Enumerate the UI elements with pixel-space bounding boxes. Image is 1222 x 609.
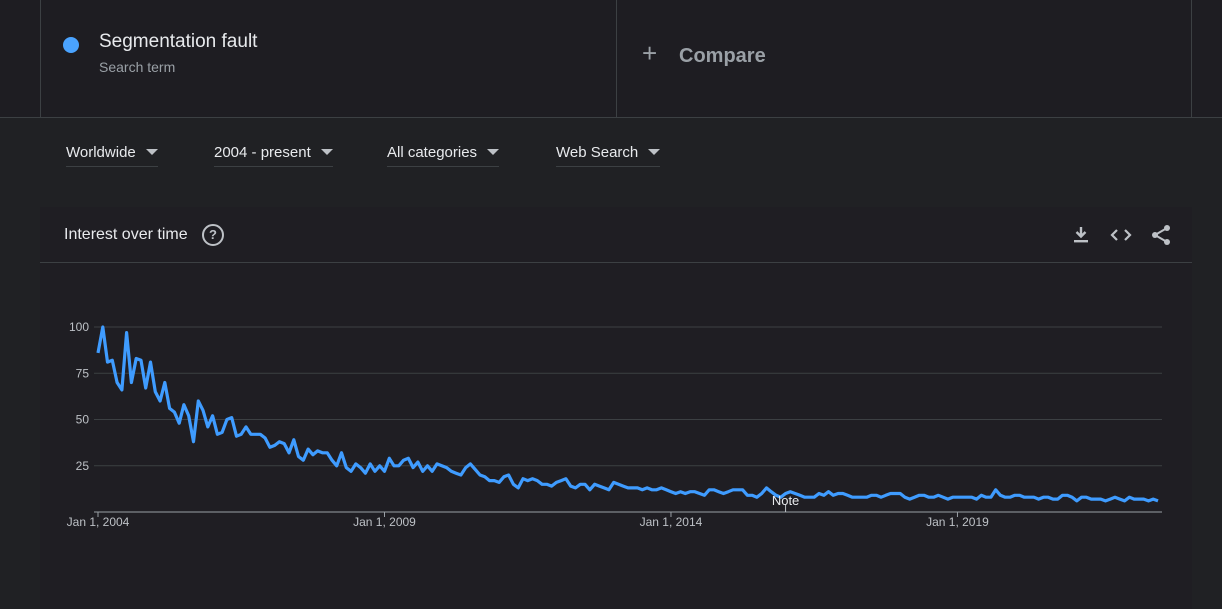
category-dropdown[interactable]: All categories	[387, 138, 500, 167]
share-icon[interactable]	[1149, 223, 1173, 247]
interest-over-time-card: Interest over time ? 25 50 75 100 Jan 1, 20…	[40, 207, 1192, 609]
y-tick-label: 75	[76, 366, 90, 380]
compare-label: Compare	[679, 45, 766, 67]
search-term-card[interactable]: Segmentation fault Search term	[40, 0, 617, 117]
interest-line-chart: 25 50 75 100 Jan 1, 2004 Jan 1, 2009 Jan 1, 2…	[67, 320, 1162, 529]
region-value: Worldwide	[66, 143, 136, 161]
x-tick-label: Jan 1, 2004	[67, 515, 130, 529]
search-type-dropdown[interactable]: Web Search	[556, 138, 661, 167]
card-title: Interest over time	[64, 226, 188, 243]
plus-icon: +	[642, 38, 658, 68]
series-line[interactable]	[96, 325, 1159, 503]
chevron-down-icon	[320, 149, 333, 155]
category-value: All categories	[387, 143, 478, 161]
y-tick-label: 50	[76, 413, 90, 427]
period-dropdown[interactable]: 2004 - present	[214, 138, 333, 167]
region-dropdown[interactable]: Worldwide	[66, 138, 158, 167]
compare-button[interactable]: + Compare	[616, 0, 1192, 117]
search-term-subtitle: Search term	[99, 59, 176, 75]
chevron-down-icon	[648, 149, 661, 155]
note-label[interactable]: Note	[772, 493, 799, 508]
y-tick-label: 100	[69, 320, 89, 334]
filter-bar: Worldwide 2004 - present All categories …	[0, 118, 1222, 184]
card-header: Interest over time ?	[40, 207, 1192, 263]
y-tick-label: 25	[76, 459, 90, 473]
search-type-value: Web Search	[556, 143, 639, 161]
help-circle-icon[interactable]: ?	[202, 224, 224, 246]
search-term-bar: Segmentation fault Search term + Compare	[0, 0, 1222, 118]
term-color-dot	[63, 37, 79, 53]
period-value: 2004 - present	[214, 143, 311, 161]
search-term-name[interactable]: Segmentation fault	[99, 31, 257, 53]
x-tick-label: Jan 1, 2009	[353, 515, 416, 529]
chevron-down-icon	[145, 149, 158, 155]
chevron-down-icon	[487, 149, 500, 155]
embed-code-icon[interactable]	[1109, 223, 1133, 247]
x-tick-label: Jan 1, 2014	[640, 515, 703, 529]
download-icon[interactable]	[1069, 223, 1093, 247]
x-tick-label: Jan 1, 2019	[926, 515, 989, 529]
